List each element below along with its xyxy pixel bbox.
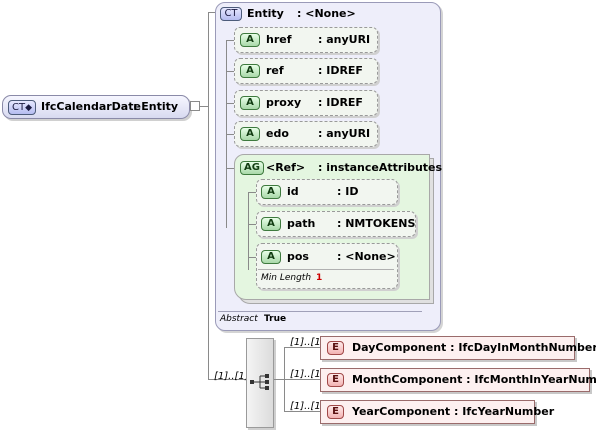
root-expander[interactable] [190, 101, 200, 111]
complex-type-icon: CT◆ [8, 100, 36, 115]
connector [274, 379, 284, 380]
attribute-type: : anyURI [318, 33, 371, 46]
root-complex-type[interactable]: CT◆ IfcCalendarDate : Entity [2, 95, 190, 119]
root-name: IfcCalendarDate [41, 100, 141, 113]
attribute-icon: A [261, 185, 281, 199]
attribute-type: : <None> [337, 250, 396, 263]
connector [248, 192, 256, 193]
attribute-icon: A [261, 250, 281, 264]
attribute-name: proxy [266, 96, 302, 109]
element-label: DayComponent : IfcDayInMonthNumber [352, 341, 596, 354]
element-icon: E [327, 373, 344, 387]
connector [200, 106, 208, 107]
connector [248, 192, 249, 270]
facet-value: 1 [316, 273, 323, 283]
connector [226, 40, 234, 41]
attribute-icon: A [240, 64, 260, 78]
abstract-divider [218, 311, 422, 312]
element-icon: E [327, 341, 344, 355]
sequence-compositor[interactable] [246, 338, 274, 428]
attribute-type: : NMTOKENS [337, 217, 416, 230]
connector [226, 103, 234, 104]
facet-divider [258, 269, 394, 270]
sequence-icon [250, 374, 269, 390]
attribute-type: : ID [337, 185, 359, 198]
facet-label: Min Length [261, 273, 312, 283]
attribute-group-type: : instanceAttributes [318, 161, 443, 174]
abstract-label: Abstract [220, 314, 258, 324]
entity-type: : <None> [297, 7, 356, 20]
complex-type-icon: CT [220, 7, 242, 21]
connector [226, 71, 234, 72]
connector [248, 224, 256, 225]
attribute-name: href [266, 33, 292, 46]
attribute-name: path [287, 217, 316, 230]
abstract-value: True [264, 314, 287, 324]
root-type: : Entity [133, 100, 179, 113]
entity-name: Entity [247, 7, 284, 20]
element-label: MonthComponent : IfcMonthInYearNumber [352, 373, 596, 386]
attribute-type: : anyURI [318, 127, 371, 140]
attribute-group-icon: AG [240, 161, 264, 175]
sequence-cardinality: [1]..[1] [214, 371, 249, 382]
attribute-name: edo [266, 127, 289, 140]
attribute-type: : IDREF [318, 96, 363, 109]
attribute-type: : IDREF [318, 64, 363, 77]
connector [226, 134, 234, 135]
attribute-icon: A [261, 217, 281, 231]
attribute-icon: A [240, 33, 260, 47]
element-icon: E [327, 405, 344, 419]
attribute-icon: A [240, 96, 260, 110]
attribute-name: id [287, 185, 299, 198]
attribute-name: pos [287, 250, 309, 263]
element-label: YearComponent : IfcYearNumber [352, 405, 555, 418]
connector [208, 12, 209, 380]
connector [226, 168, 234, 169]
attribute-group-name: <Ref> [266, 161, 306, 174]
connector [248, 257, 256, 258]
attribute-name: ref [266, 64, 284, 77]
attribute-icon: A [240, 127, 260, 141]
